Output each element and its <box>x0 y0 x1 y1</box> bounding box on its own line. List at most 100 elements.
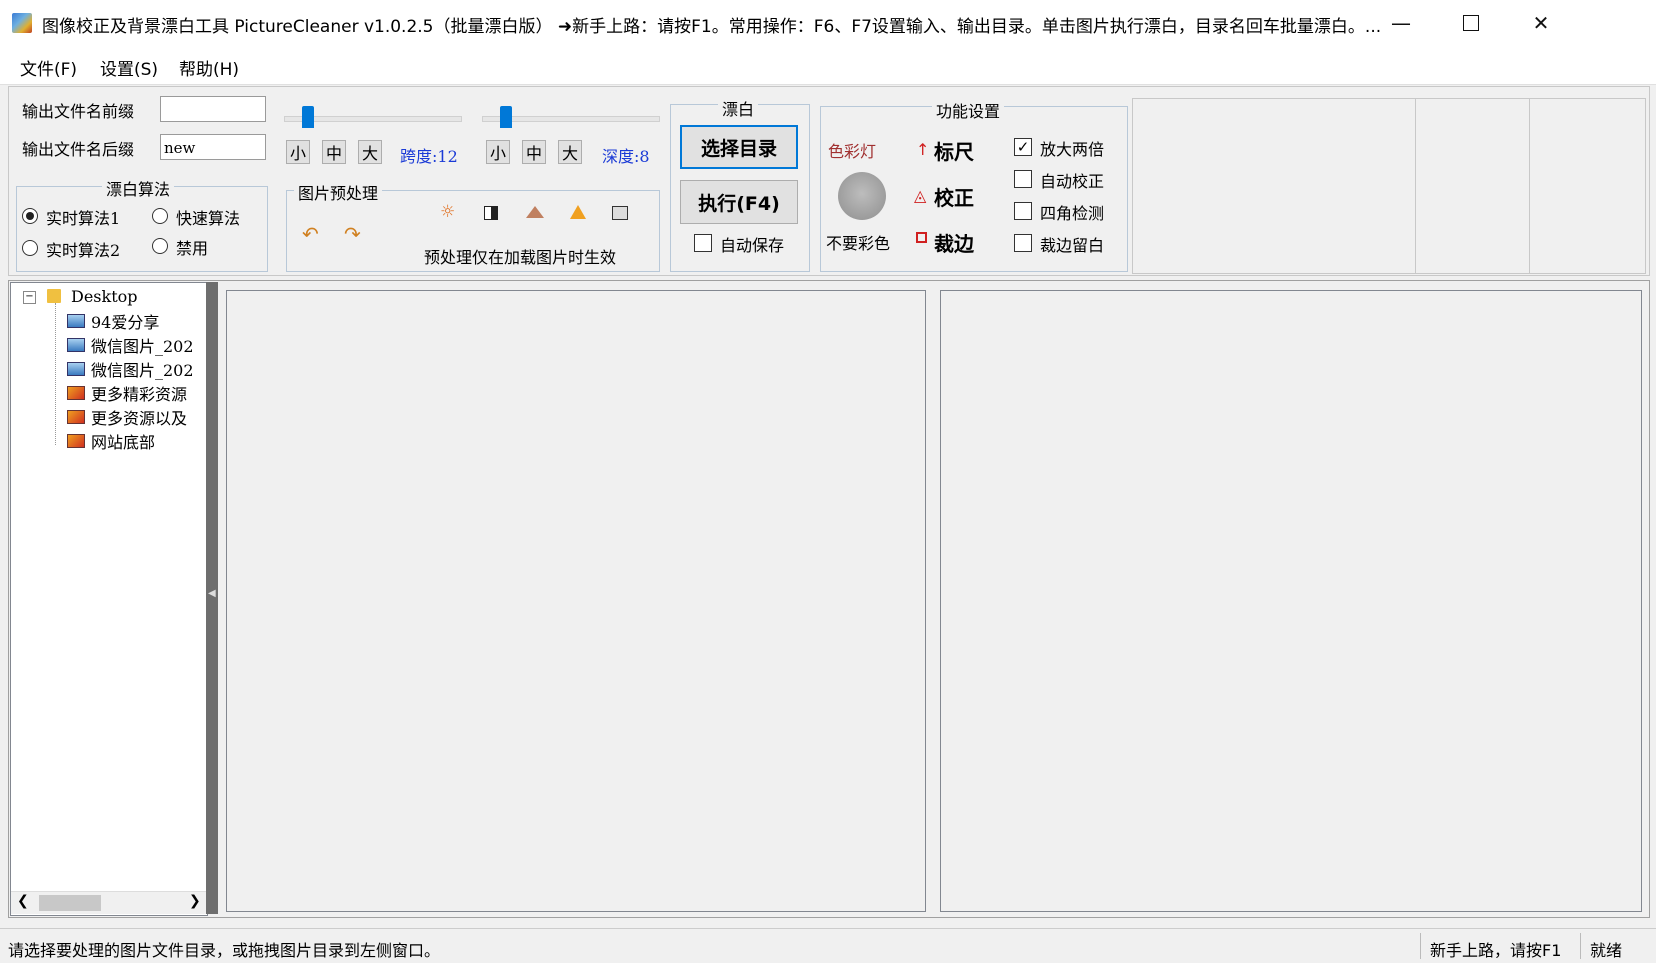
autosave-checkbox[interactable] <box>694 234 712 252</box>
tree-horizontal-scrollbar[interactable]: ❮ ❯ <box>11 891 207 914</box>
image-file-icon <box>67 313 85 328</box>
depth-readout: 深度:8 <box>602 147 650 166</box>
tree-item-label: 网站底部 <box>91 432 156 452</box>
thumbnail-slot[interactable] <box>1529 99 1530 273</box>
tree-collapse-toggle[interactable]: − <box>23 291 36 304</box>
menu-bar: 文件(F) 设置(S) 帮助(H) <box>0 46 1656 85</box>
window-title: 图像校正及背景漂白工具 PictureCleaner v1.0.2.5（批量漂白… <box>42 17 1382 37</box>
crop-margin-label: 裁边留白 <box>1040 236 1105 255</box>
panel-splitter[interactable]: ◀ <box>206 282 218 914</box>
correct-icon[interactable]: ◬ <box>914 186 926 205</box>
auto-correct-label: 自动校正 <box>1040 172 1105 191</box>
tree-guide-line <box>55 303 57 445</box>
contrast-icon[interactable] <box>484 206 498 220</box>
depth-medium-button[interactable]: 中 <box>522 140 546 164</box>
radio-disabled[interactable] <box>152 238 168 254</box>
algorithm-title: 漂白算法 <box>102 176 175 200</box>
redo-icon[interactable]: ↷ <box>344 222 361 246</box>
status-divider <box>1580 933 1581 959</box>
radio-disabled-label: 禁用 <box>176 239 209 258</box>
preprocess-title: 图片预处理 <box>294 180 383 204</box>
tree-item[interactable]: 更多精彩资源 <box>67 381 187 404</box>
span-slider[interactable] <box>284 100 462 130</box>
prefix-label: 输出文件名前缀 <box>22 102 135 121</box>
depth-large-button[interactable]: 大 <box>558 140 582 164</box>
file-tree[interactable]: − Desktop 94爱分享 微信图片_202 微信图片_202 更多精彩资源… <box>10 282 208 916</box>
undo-icon[interactable]: ↶ <box>302 222 319 246</box>
status-hint: 新手上路，请按F1 <box>1430 941 1562 960</box>
sharpen-icon[interactable] <box>570 205 586 219</box>
close-button[interactable]: ✕ <box>1506 0 1576 46</box>
correct-button[interactable]: 校正 <box>934 182 974 211</box>
menu-settings[interactable]: 设置(S) <box>100 55 158 80</box>
tree-item-label: 94爱分享 <box>91 312 160 332</box>
tree-item[interactable]: 微信图片_202 <box>67 333 194 356</box>
tree-item[interactable]: 网站底部 <box>67 429 155 452</box>
image-file-icon <box>67 361 85 376</box>
thumbnail-strip <box>1132 98 1646 274</box>
tree-item-label: 更多资源以及 <box>91 408 188 428</box>
crop-icon[interactable] <box>916 232 927 243</box>
status-message: 请选择要处理的图片文件目录，或拖拽图片目录到左侧窗口。 <box>8 941 441 960</box>
select-directory-button[interactable]: 选择目录 <box>680 125 798 169</box>
source-image-panel[interactable] <box>226 290 926 912</box>
app-icon <box>12 13 32 33</box>
span-slider-thumb[interactable] <box>302 106 314 128</box>
image-file-icon <box>67 337 85 352</box>
span-medium-button[interactable]: 中 <box>322 140 346 164</box>
radio-realtime-1-label: 实时算法1 <box>46 209 121 228</box>
prefix-input[interactable] <box>160 96 266 122</box>
zoom-2x-checkbox[interactable]: ✓ <box>1014 138 1032 156</box>
scroll-left-icon[interactable]: ❮ <box>17 893 29 909</box>
span-large-button[interactable]: 大 <box>358 140 382 164</box>
depth-slider-thumb[interactable] <box>500 106 512 128</box>
tree-item[interactable]: 微信图片_202 <box>67 357 194 380</box>
resize-icon[interactable] <box>612 206 628 220</box>
auto-correct-checkbox[interactable] <box>1014 170 1032 188</box>
crop-margin-checkbox[interactable] <box>1014 234 1032 252</box>
tree-item-label: 更多精彩资源 <box>91 384 188 404</box>
ruler-button[interactable]: 标尺 <box>934 136 974 165</box>
depth-small-button[interactable]: 小 <box>486 140 510 164</box>
folder-icon <box>47 289 61 303</box>
tree-item[interactable]: 更多资源以及 <box>67 405 187 428</box>
maximize-button[interactable] <box>1436 0 1506 46</box>
result-image-panel[interactable] <box>940 290 1642 912</box>
color-light-indicator[interactable] <box>838 172 886 220</box>
preprocess-note: 预处理仅在加载图片时生效 <box>424 248 617 267</box>
suffix-input[interactable]: new <box>160 134 266 160</box>
tree-item[interactable]: 94爱分享 <box>67 309 159 332</box>
scroll-right-icon[interactable]: ❯ <box>189 893 201 909</box>
bleach-title: 漂白 <box>718 96 759 120</box>
execute-button[interactable]: 执行(F4) <box>680 180 798 224</box>
web-file-icon <box>67 385 85 400</box>
radio-realtime-2-label: 实时算法2 <box>46 241 121 260</box>
splitter-arrow-icon[interactable]: ◀ <box>208 588 216 599</box>
span-readout: 跨度:12 <box>400 147 458 166</box>
brightness-icon[interactable]: ☼ <box>440 202 455 222</box>
thumbnail-slot[interactable] <box>1415 99 1416 273</box>
status-bar: 请选择要处理的图片文件目录，或拖拽图片目录到左侧窗口。 新手上路，请按F1 就绪 <box>0 928 1656 963</box>
radio-fast-label: 快速算法 <box>176 209 241 228</box>
ruler-icon[interactable]: ↑ <box>916 140 929 159</box>
levels-icon[interactable] <box>526 206 544 218</box>
radio-realtime-1[interactable] <box>22 208 38 224</box>
crop-button[interactable]: 裁边 <box>934 228 974 257</box>
scrollbar-thumb[interactable] <box>39 895 101 911</box>
color-light-label: 色彩灯 <box>828 142 877 161</box>
autosave-label: 自动保存 <box>720 236 785 255</box>
menu-file[interactable]: 文件(F) <box>20 55 77 80</box>
tree-item-label: 微信图片_202 <box>91 336 194 356</box>
no-color-label: 不要彩色 <box>826 234 891 253</box>
radio-fast[interactable] <box>152 208 168 224</box>
span-small-button[interactable]: 小 <box>286 140 310 164</box>
radio-realtime-2[interactable] <box>22 240 38 256</box>
depth-slider[interactable] <box>482 100 660 130</box>
corner-detect-label: 四角检测 <box>1040 204 1105 223</box>
menu-help[interactable]: 帮助(H) <box>179 55 239 80</box>
tree-item-label: 微信图片_202 <box>91 360 194 380</box>
minimize-button[interactable]: — <box>1366 0 1436 46</box>
suffix-label: 输出文件名后缀 <box>22 140 135 159</box>
corner-detect-checkbox[interactable] <box>1014 202 1032 220</box>
tree-root-desktop[interactable]: Desktop <box>71 285 138 308</box>
